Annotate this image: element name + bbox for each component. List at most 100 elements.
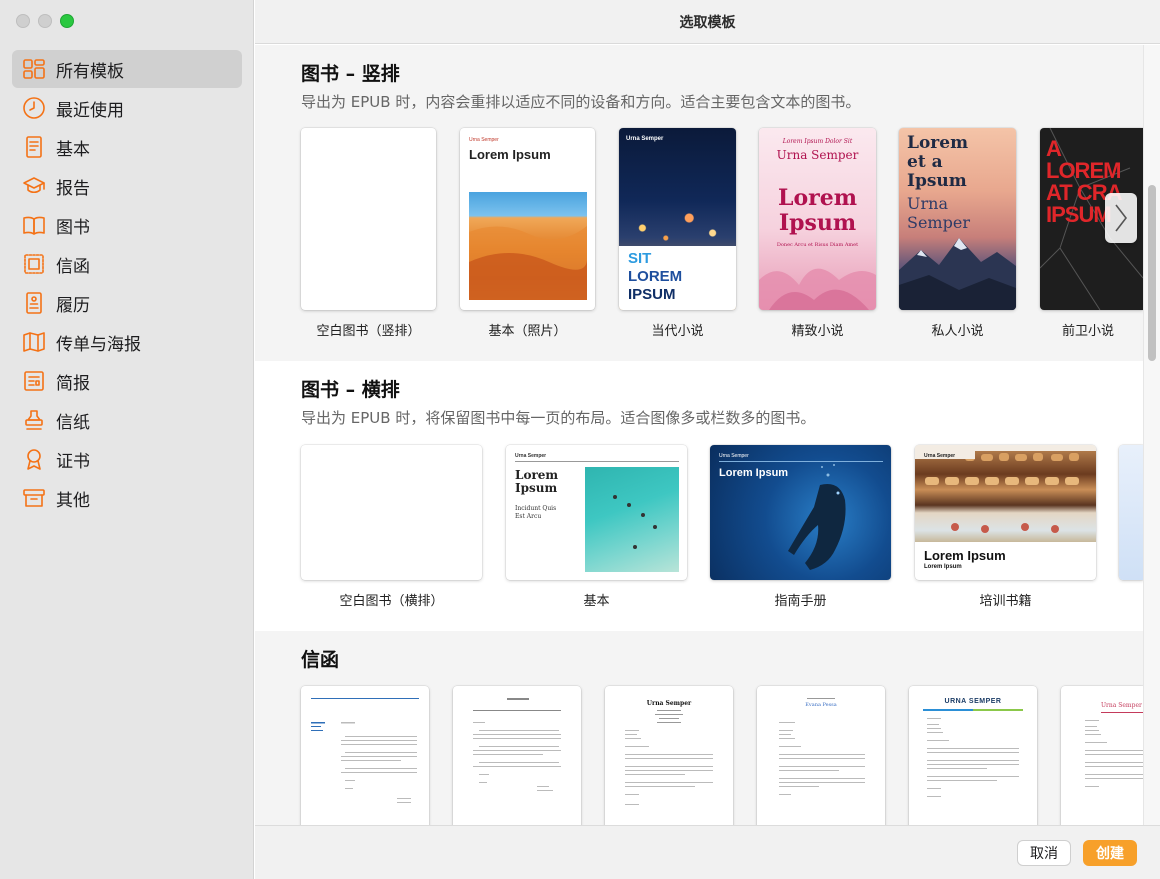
sidebar-item-label: 最近使用: [56, 100, 124, 121]
letter-body-lines: [625, 710, 713, 805]
create-button[interactable]: 创建: [1083, 840, 1137, 866]
newsletter-icon: [20, 367, 48, 395]
sidebar-item-label: 简报: [56, 373, 90, 394]
template-letter-5[interactable]: URNA SEMPER: [909, 686, 1037, 825]
letter-body-lines: [779, 698, 865, 795]
sidebar-item-label: 证书: [56, 451, 90, 472]
template-training-book[interactable]: Urna Semper Urna Semper Lorem Ipsum Lore…: [915, 445, 1096, 580]
sidebar-item-recent[interactable]: 最近使用: [12, 89, 242, 127]
template-blank-landscape[interactable]: [301, 445, 482, 580]
sidebar-item-label: 图书: [56, 217, 90, 238]
scrollbar-thumb[interactable]: [1148, 185, 1156, 361]
template-caption: 培训书籍: [979, 594, 1032, 609]
sidebar-item-label: 报告: [56, 178, 90, 199]
thumb-line-2: et a: [907, 152, 943, 172]
section-letters: 信函 Urna Semper Evana Pessa URNA SEMPER U…: [255, 631, 1143, 825]
minimize-button[interactable]: [38, 14, 52, 28]
graduation-cap-icon: [20, 172, 48, 200]
letter-body-lines: [311, 722, 417, 803]
ocean-photo: [585, 467, 679, 572]
sidebar-item-books[interactable]: 图书: [12, 206, 242, 244]
thumb-sub-1: Urna: [907, 194, 948, 213]
thumb-heading-2: Ipsum: [515, 481, 558, 495]
thumb-heading-2: Ipsum: [778, 210, 857, 236]
template-letter-6[interactable]: Urna Semper: [1061, 686, 1143, 825]
sidebar-item-resumes[interactable]: 履历: [12, 284, 242, 322]
thumb-line-1: SIT: [628, 250, 652, 267]
sidebar: 所有模板 最近使用 基本 报告 图书 信函 履历 传单与海报 简报 信纸 证书 …: [0, 0, 254, 879]
template-letter-3[interactable]: Urna Semper: [605, 686, 733, 825]
template-fine-novel[interactable]: Lorem Ipsum Dolor Sit Urna Semper Lorem …: [759, 128, 876, 310]
window-title: 选取模板: [679, 14, 736, 31]
window-controls: [16, 14, 74, 28]
template-blank-portrait[interactable]: [301, 128, 436, 310]
desert-photo: [469, 192, 587, 300]
zoom-button[interactable]: [60, 14, 74, 28]
template-letter-1[interactable]: [301, 686, 429, 825]
thumb-name: Urna Semper: [776, 148, 859, 162]
bokeh-lights: [619, 198, 736, 248]
sidebar-item-label: 所有模板: [56, 61, 124, 82]
template-caption: 私人小说: [931, 324, 984, 339]
sidebar-item-flyers-posters[interactable]: 传单与海报: [12, 323, 242, 361]
section-books-portrait: 图书 – 竖排 导出为 EPUB 时，内容会重排以适应不同的设备和方向。适合主要…: [255, 45, 1143, 361]
thumb-line-3: IPSUM: [628, 286, 676, 303]
thumb-heading-1: Lorem: [777, 185, 857, 211]
map-poster-icon: [20, 328, 48, 356]
template-letter-2[interactable]: [453, 686, 581, 825]
thumb-line-2: LOREM: [1046, 158, 1121, 183]
sidebar-item-label: 其他: [56, 490, 90, 511]
thumb-line-1: A: [1046, 136, 1062, 161]
thumb-line-3: Ipsum: [907, 171, 967, 191]
letter-body-lines: [927, 718, 1019, 797]
letter-body-lines: [473, 698, 561, 791]
archive-box-icon: [20, 484, 48, 512]
cancel-button[interactable]: 取消: [1017, 840, 1071, 866]
template-chooser-window: 所有模板 最近使用 基本 报告 图书 信函 履历 传单与海报 简报 信纸 证书 …: [0, 0, 1160, 879]
sidebar-item-label: 传单与海报: [56, 334, 141, 355]
petal-illustration: [759, 268, 876, 310]
thumb-small-text: Urna Semper: [469, 137, 499, 143]
cover-text-panel: SIT LOREM IPSUM: [619, 246, 736, 310]
sidebar-item-certificates[interactable]: 证书: [12, 440, 242, 478]
template-partial-next[interactable]: [1119, 445, 1143, 580]
thumb-foot: Donec Arcu et Risus Diam Amet: [776, 242, 859, 248]
thumb-heading: Lorem Ipsum: [924, 548, 1006, 563]
sidebar-item-reports[interactable]: 报告: [12, 167, 242, 205]
chevron-right-icon: [1115, 204, 1128, 232]
sea-lion-illustration: [788, 464, 846, 570]
stationery-stamp-icon: [20, 406, 48, 434]
section-title: 信函: [301, 649, 340, 671]
template-caption: 指南手册: [774, 594, 827, 609]
sidebar-item-all[interactable]: 所有模板: [12, 50, 242, 88]
sidebar-item-other[interactable]: 其他: [12, 479, 242, 517]
template-caption: 基本: [583, 594, 610, 609]
template-guide-manual[interactable]: Urna Semper Lorem Ipsum: [710, 445, 891, 580]
close-button[interactable]: [16, 14, 30, 28]
template-personal-novel[interactable]: Lorem et a Ipsum Urna Semper: [899, 128, 1016, 310]
sidebar-item-stationery[interactable]: 信纸: [12, 401, 242, 439]
thumb-small-text: Urna Semper: [515, 453, 547, 459]
footer-bar: 取消 创建: [255, 825, 1160, 879]
resume-icon: [20, 289, 48, 317]
mountain-illustration: [899, 238, 1016, 310]
vertical-scrollbar[interactable]: [1143, 45, 1160, 825]
thumb-line-2: LOREM: [628, 268, 683, 285]
thumb-sub: Lorem Ipsum: [924, 564, 962, 570]
template-basic-landscape[interactable]: Urna Semper Lorem Ipsum Incidunt Quis Es…: [506, 445, 687, 580]
section-subtitle: 导出为 EPUB 时，将保留图书中每一页的布局。适合图像多或栏数多的图书。: [301, 409, 816, 427]
sidebar-item-label: 信纸: [56, 412, 90, 433]
title-bar: 选取模板: [255, 0, 1160, 44]
section-books-landscape: 图书 – 横排 导出为 EPUB 时，将保留图书中每一页的布局。适合图像多或栏数…: [255, 361, 1143, 631]
sidebar-item-letters[interactable]: 信函: [12, 245, 242, 283]
template-contemporary-novel[interactable]: Urna Semper SIT LOREM IPSUM: [619, 128, 736, 310]
section-title: 图书 – 横排: [301, 379, 400, 401]
thumb-sub-1: Incidunt Quis: [515, 505, 557, 512]
template-caption: 空白图书（竖排）: [316, 324, 421, 339]
template-basic-photo[interactable]: Urna Semper Lorem Ipsum: [460, 128, 595, 310]
template-letter-4[interactable]: Evana Pessa: [757, 686, 885, 825]
bakery-photo: [915, 445, 1096, 542]
sidebar-item-basic[interactable]: 基本: [12, 128, 242, 166]
sidebar-item-newsletters[interactable]: 简报: [12, 362, 242, 400]
scroll-right-button[interactable]: [1105, 193, 1137, 243]
